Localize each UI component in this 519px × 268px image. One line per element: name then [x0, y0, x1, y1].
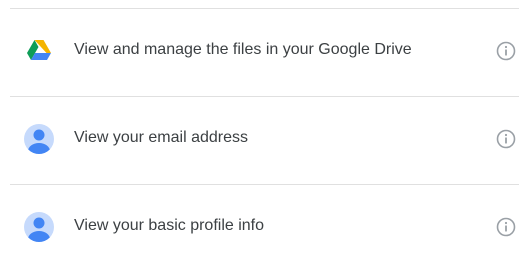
info-icon[interactable] [496, 129, 516, 149]
profile-avatar-icon [23, 123, 55, 155]
google-drive-icon [23, 35, 55, 67]
permission-row-email: View your email address [0, 116, 519, 160]
permission-label: View and manage the files in your Google… [74, 41, 412, 58]
divider [10, 184, 519, 185]
divider [10, 96, 519, 97]
profile-avatar-icon [23, 211, 55, 243]
permission-row-profile: View your basic profile info [0, 204, 519, 248]
info-icon[interactable] [496, 217, 516, 237]
info-icon[interactable] [496, 41, 516, 61]
permission-row-drive: View and manage the files in your Google… [0, 28, 519, 72]
permission-label: View your email address [74, 129, 249, 146]
permission-label: View your basic profile info [74, 217, 265, 234]
divider [10, 8, 519, 9]
